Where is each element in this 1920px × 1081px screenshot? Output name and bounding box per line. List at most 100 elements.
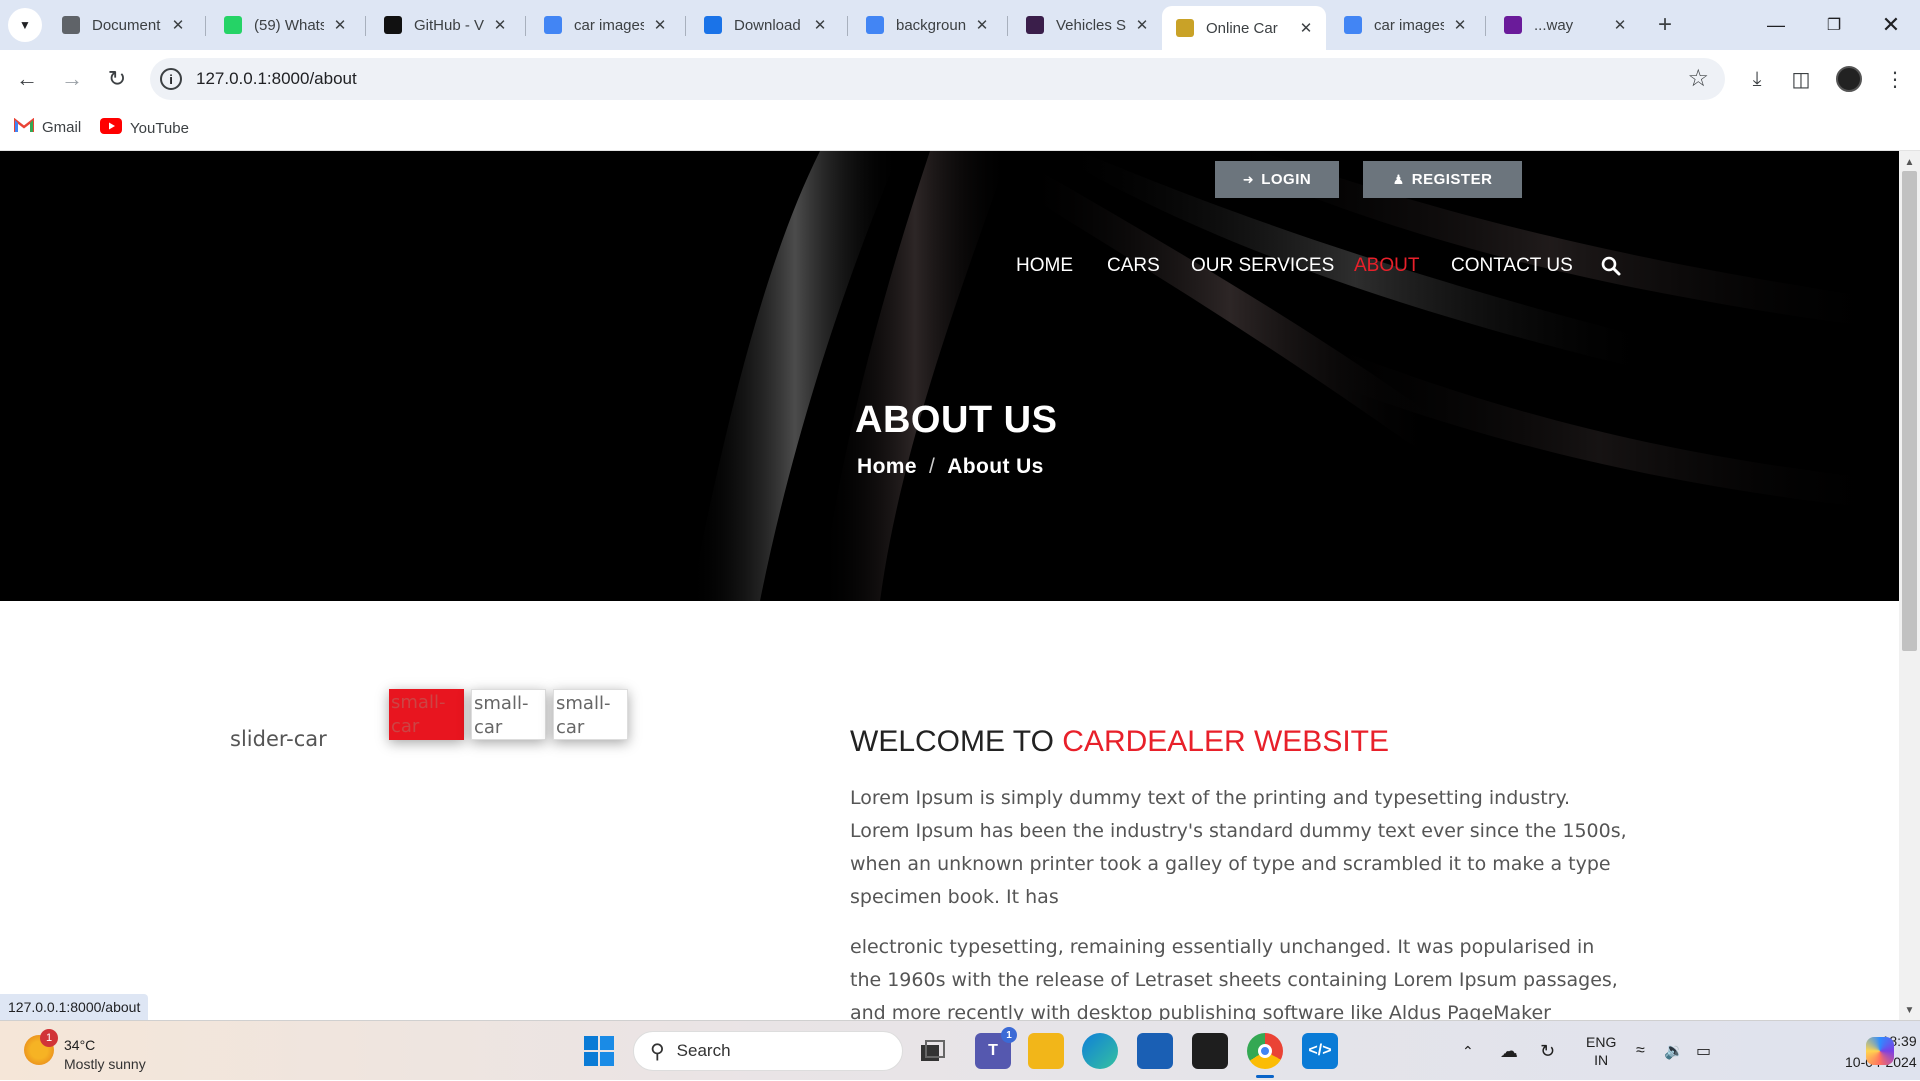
browser-tab[interactable]: ...way ✕	[1490, 6, 1640, 44]
close-tab-icon[interactable]: ✕	[1132, 15, 1152, 35]
reload-button[interactable]: ↻	[100, 62, 134, 96]
vscode-icon[interactable]: </>	[1302, 1033, 1338, 1069]
task-view-icon	[921, 1040, 945, 1061]
file-explorer-icon[interactable]	[1028, 1033, 1064, 1069]
side-panel-icon[interactable]: ◫	[1786, 64, 1816, 94]
browser-tab[interactable]: Download ✕	[690, 6, 840, 44]
language-indicator[interactable]: ENG IN	[1586, 1021, 1616, 1081]
register-label: REGISTER	[1411, 171, 1493, 188]
hero-banner: ➜ LOGIN ♟ REGISTER HOME CARS OUR SERVICE…	[0, 151, 1899, 601]
tab-title: ...way	[1534, 16, 1574, 34]
bookmark-gmail[interactable]: Gmail	[13, 117, 81, 137]
reload-icon: ↻	[107, 66, 127, 91]
new-tab-button[interactable]: +	[1650, 10, 1680, 40]
google-icon	[866, 16, 884, 34]
sign-in-icon: ➜	[1242, 171, 1255, 187]
edge-browser-icon[interactable]	[1082, 1033, 1118, 1069]
onedrive-cloud-icon[interactable]: ☁	[1500, 1021, 1518, 1081]
close-tab-icon[interactable]: ✕	[168, 15, 188, 35]
nav-our-services[interactable]: OUR SERVICES	[1191, 255, 1334, 277]
whatsapp-icon	[224, 16, 242, 34]
close-tab-icon[interactable]: ✕	[1296, 18, 1316, 38]
small-car-thumbnail[interactable]: small-car	[553, 689, 628, 740]
breadcrumb-home-link[interactable]: Home	[857, 455, 917, 478]
browser-tab[interactable]: (59) Whats ✕	[210, 6, 360, 44]
notification-badge: 1	[40, 1029, 58, 1047]
tab-title: backgroun	[896, 16, 966, 34]
wifi-icon[interactable]: ≈	[1636, 1021, 1645, 1081]
scroll-up-arrow-icon[interactable]: ▲	[1899, 157, 1920, 168]
weather-temp: 34°C	[64, 1037, 96, 1053]
site-info-icon[interactable]: i	[160, 68, 182, 90]
welcome-prefix: WELCOME TO	[850, 725, 1054, 758]
url-text[interactable]: 127.0.0.1:8000/about	[196, 69, 357, 89]
close-tab-icon[interactable]: ✕	[972, 15, 992, 35]
start-button[interactable]	[583, 1035, 615, 1067]
tab-separator	[1007, 16, 1008, 36]
profile-avatar[interactable]	[1836, 66, 1862, 92]
close-tab-icon[interactable]: ✕	[1610, 15, 1630, 35]
tab-title: (59) Whats	[254, 16, 324, 34]
windows-taskbar: 1 34°C Mostly sunny ⚲ Search T 1 </> ⌃ ☁…	[0, 1020, 1920, 1080]
login-label: LOGIN	[1261, 171, 1312, 188]
minimize-button[interactable]: —	[1747, 0, 1805, 50]
browser-tab[interactable]: Document ✕	[48, 6, 198, 44]
nav-home[interactable]: HOME	[1016, 255, 1073, 277]
tab-separator	[525, 16, 526, 36]
login-button[interactable]: ➜ LOGIN	[1215, 161, 1339, 198]
close-tab-icon[interactable]: ✕	[490, 15, 510, 35]
tab-search-button[interactable]: ▼	[8, 8, 42, 42]
nav-contact-us[interactable]: CONTACT US	[1451, 255, 1573, 277]
browser-tab[interactable]: backgroun ✕	[852, 6, 1002, 44]
battery-icon[interactable]: ▭	[1696, 1021, 1711, 1081]
youtube-icon	[100, 118, 122, 138]
teams-app-icon[interactable]: T 1	[975, 1027, 1017, 1069]
scroll-down-arrow-icon[interactable]: ▼	[1899, 1005, 1920, 1016]
browser-tab[interactable]: car images ✕	[530, 6, 680, 44]
bookmark-star-icon[interactable]: ☆	[1687, 64, 1709, 93]
about-paragraph: electronic typesetting, remaining essent…	[850, 936, 1618, 1020]
browser-tab[interactable]: car images ✕	[1330, 6, 1480, 44]
bookmark-youtube[interactable]: YouTube	[100, 118, 189, 138]
nav-cars[interactable]: CARS	[1107, 255, 1160, 277]
welcome-heading: WELCOME TO CARDEALER WEBSITE	[850, 725, 1389, 759]
close-tab-icon[interactable]: ✕	[810, 15, 830, 35]
page-scrollbar[interactable]: ▲ ▼	[1899, 151, 1920, 1020]
weather-desc: Mostly sunny	[64, 1056, 146, 1072]
menu-kebab-icon[interactable]: ⋮	[1880, 64, 1910, 94]
microsoft-store-icon[interactable]	[1137, 1033, 1173, 1069]
restore-button[interactable]: ❐	[1805, 0, 1863, 50]
search-icon[interactable]	[1601, 256, 1621, 281]
close-tab-icon[interactable]: ✕	[330, 15, 350, 35]
volume-icon[interactable]: 🔉	[1664, 1021, 1684, 1081]
address-bar[interactable]: i 127.0.0.1:8000/about ☆	[150, 58, 1725, 100]
forward-button[interactable]: →	[55, 62, 89, 96]
tab-separator	[1485, 16, 1486, 36]
download-icon	[704, 16, 722, 34]
chrome-taskbar-icon[interactable]	[1247, 1033, 1283, 1069]
close-window-button[interactable]: ✕	[1862, 0, 1920, 50]
show-hidden-icons-button[interactable]: ⌃	[1462, 1021, 1474, 1081]
register-button[interactable]: ♟ REGISTER	[1363, 161, 1522, 198]
scrollbar-thumb[interactable]	[1902, 171, 1917, 651]
small-car-thumbnail[interactable]: small-car	[471, 689, 546, 740]
sync-icon[interactable]: ↻	[1540, 1021, 1555, 1081]
tab-title: car images	[1374, 16, 1444, 34]
back-button[interactable]: ←	[10, 62, 44, 96]
close-tab-icon[interactable]: ✕	[1450, 15, 1470, 35]
tab-separator	[205, 16, 206, 36]
taskbar-search[interactable]: ⚲ Search	[633, 1031, 903, 1071]
browser-tab[interactable]: Online Car ✕	[1162, 6, 1326, 50]
minimize-icon: —	[1767, 14, 1785, 35]
task-view-button[interactable]	[915, 1033, 951, 1069]
site-icon	[1026, 16, 1044, 34]
close-tab-icon[interactable]: ✕	[650, 15, 670, 35]
small-car-thumbnail[interactable]: small-car	[389, 689, 464, 740]
page-title: ABOUT US	[855, 399, 1058, 441]
downloads-icon[interactable]: ⤓	[1742, 64, 1772, 94]
game-app-icon[interactable]	[1192, 1033, 1228, 1069]
browser-tab[interactable]: GitHub - V ✕	[370, 6, 520, 44]
copilot-icon[interactable]	[1866, 1021, 1900, 1081]
nav-about[interactable]: ABOUT	[1354, 255, 1419, 277]
browser-tab[interactable]: Vehicles Sp ✕	[1012, 6, 1162, 44]
